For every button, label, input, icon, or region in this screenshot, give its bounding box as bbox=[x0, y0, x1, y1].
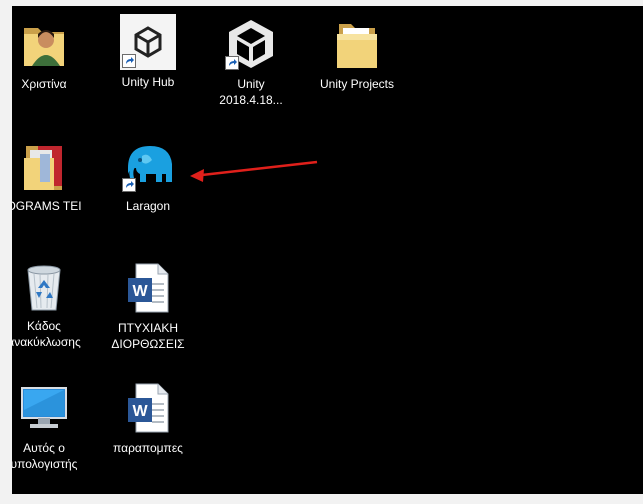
desktop: Χριστίνα Unity Hub Unity 2018.4.18... Un… bbox=[12, 6, 643, 494]
annotation-arrow bbox=[190, 160, 318, 182]
